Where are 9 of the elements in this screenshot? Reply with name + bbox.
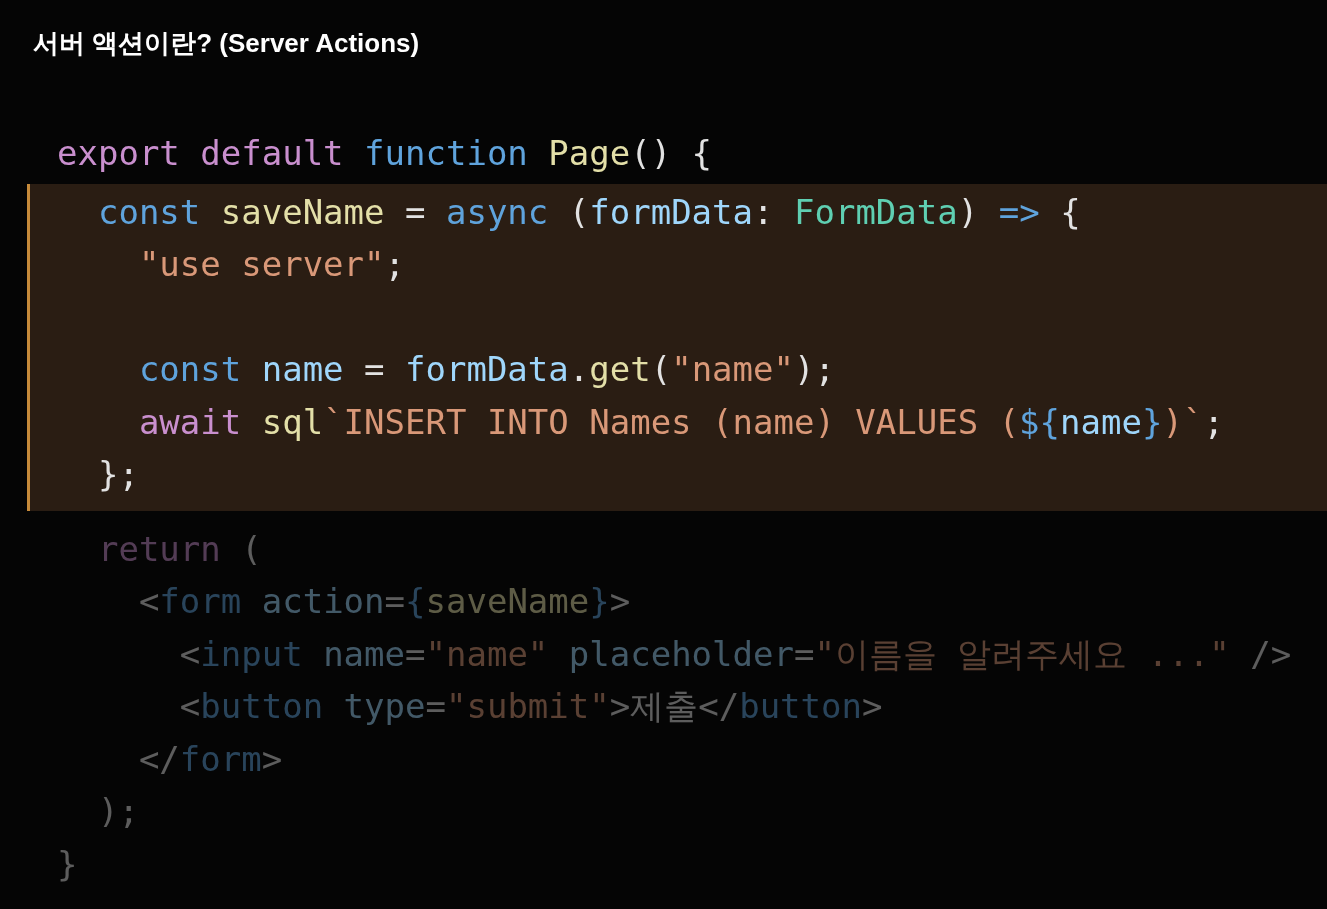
code-line: ); bbox=[96, 790, 139, 833]
code-line: <form action={saveName}> bbox=[137, 580, 631, 623]
code-line: <input name="name" placeholder="이름을 알려주세요 ..." /> bbox=[178, 632, 1292, 676]
code-line: return ( bbox=[96, 527, 262, 571]
code-line: <button type="submit">제출</button> bbox=[178, 685, 883, 728]
code-line: export default function Page() { bbox=[57, 132, 713, 175]
slide-title: 서버 액션이란? (Server Actions) bbox=[33, 28, 420, 58]
code-line: </form> bbox=[137, 737, 283, 781]
code-line: } bbox=[57, 842, 78, 886]
